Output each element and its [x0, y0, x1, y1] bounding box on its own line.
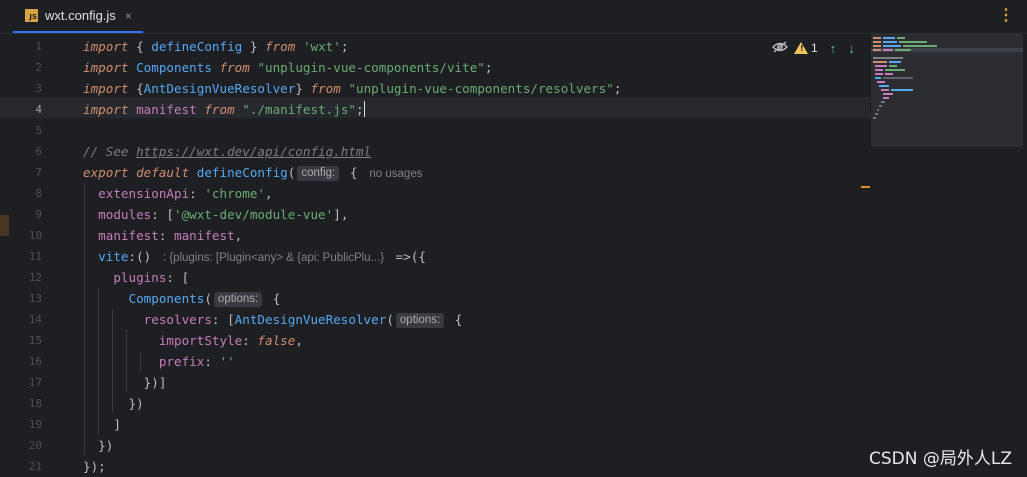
type-hint: : {plugins: [Plugin<any> & {api: PublicP…: [162, 252, 385, 264]
warning-count: 1: [811, 41, 818, 55]
minimap-stroke: [883, 37, 895, 39]
minimap-stroke: [873, 41, 881, 43]
code-line: Components(options: {: [83, 291, 281, 307]
parameter-hint: options:: [213, 292, 263, 307]
code-line: }): [83, 438, 114, 453]
minimap-stroke: [891, 89, 913, 91]
code-line: extensionApi: 'chrome',: [83, 186, 273, 201]
editor-tab-bar: JS wxt.config.js × ⋮: [0, 0, 1027, 34]
code-line: ]: [83, 417, 121, 432]
parameter-hint: options:: [395, 313, 445, 328]
minimap-stroke: [883, 93, 893, 95]
minimap-stroke: [873, 37, 881, 39]
minimap-stroke: [883, 97, 889, 99]
code-line: prefix: '': [83, 354, 235, 369]
minimap-stroke: [873, 117, 876, 119]
minimap-stroke: [873, 61, 887, 63]
code-line: })]: [83, 375, 167, 390]
next-highlight-arrow-icon[interactable]: ↓: [848, 41, 855, 56]
warning-stripe-marker[interactable]: [861, 186, 870, 188]
code-editor[interactable]: 1 2 3 4 5 6 7 8 9 10 11 12 13 14 15 16 1…: [0, 34, 1027, 476]
minimap-stroke: [881, 101, 885, 103]
code-line: export default defineConfig(config: {no …: [83, 165, 423, 181]
minimap-stroke: [875, 73, 883, 75]
code-line: vite:() : {plugins: [Plugin<any> & {api:…: [83, 249, 426, 264]
code-line: plugins: [: [83, 270, 190, 285]
watermark-text: CSDN @局外人LZ: [869, 449, 1012, 469]
tab-wxt-config[interactable]: JS wxt.config.js ×: [13, 0, 143, 33]
code-line: import Components from "unplugin-vue-com…: [83, 60, 493, 75]
minimap-stroke: [875, 77, 881, 79]
parameter-hint: config:: [297, 166, 340, 181]
minimap-stroke: [883, 77, 913, 79]
eye-slash-icon[interactable]: [772, 41, 788, 56]
minimap-stroke: [895, 49, 911, 51]
minimap-stroke: [879, 105, 882, 107]
minimap-stroke: [889, 65, 897, 67]
code-line: import {AntDesignVueResolver} from "unpl…: [83, 81, 622, 96]
minimap-stroke: [883, 49, 893, 51]
minimap-stroke: [875, 69, 883, 71]
minimap-stroke: [879, 85, 889, 87]
more-options-icon[interactable]: ⋮: [998, 8, 1014, 24]
minimap-stroke: [899, 41, 927, 43]
minimap-stroke: [873, 49, 881, 51]
inspection-widget: ! 1 ↑ ↓: [772, 40, 855, 56]
minimap-stroke: [873, 57, 903, 59]
minimap-stroke: [875, 65, 887, 67]
code-line: importStyle: false,: [83, 333, 303, 348]
code-minimap[interactable]: [871, 34, 1023, 147]
minimap-stroke: [883, 45, 901, 47]
warnings-counter[interactable]: ! 1: [794, 41, 818, 55]
url-link[interactable]: https://wxt.dev/api/config.html: [136, 144, 371, 159]
minimap-stroke: [881, 89, 889, 91]
minimap-stroke: [883, 41, 897, 43]
code-line: });: [83, 459, 106, 474]
minimap-stroke: [903, 45, 937, 47]
code-line: manifest: manifest,: [83, 228, 243, 243]
minimap-stroke: [877, 81, 885, 83]
code-area[interactable]: import { defineConfig } from 'wxt'; impo…: [0, 34, 870, 476]
minimap-stroke: [889, 61, 901, 63]
minimap-stroke: [885, 73, 893, 75]
code-line: resolvers: [AntDesignVueResolver(options…: [83, 312, 463, 328]
minimap-viewport: [871, 48, 1023, 52]
minimap-stroke: [885, 69, 905, 71]
warning-icon: !: [794, 42, 808, 54]
minimap-stroke: [875, 113, 878, 115]
previous-highlight-arrow-icon[interactable]: ↑: [830, 41, 837, 56]
code-line: import { defineConfig } from 'wxt';: [83, 39, 349, 54]
minimap-stroke: [897, 37, 905, 39]
minimap-stroke: [873, 45, 881, 47]
minimap-stroke: [877, 109, 879, 111]
code-line: }): [83, 396, 144, 411]
tab-title: wxt.config.js: [45, 8, 116, 23]
code-line: // See https://wxt.dev/api/config.html: [83, 144, 372, 159]
javascript-file-icon: JS: [25, 9, 38, 22]
text-caret: [363, 101, 365, 117]
close-icon[interactable]: ×: [125, 9, 132, 23]
usages-hint[interactable]: no usages: [369, 168, 422, 180]
code-line: modules: ['@wxt-dev/module-vue'],: [83, 207, 349, 222]
code-line-current: import manifest from "./manifest.js";: [83, 101, 365, 117]
